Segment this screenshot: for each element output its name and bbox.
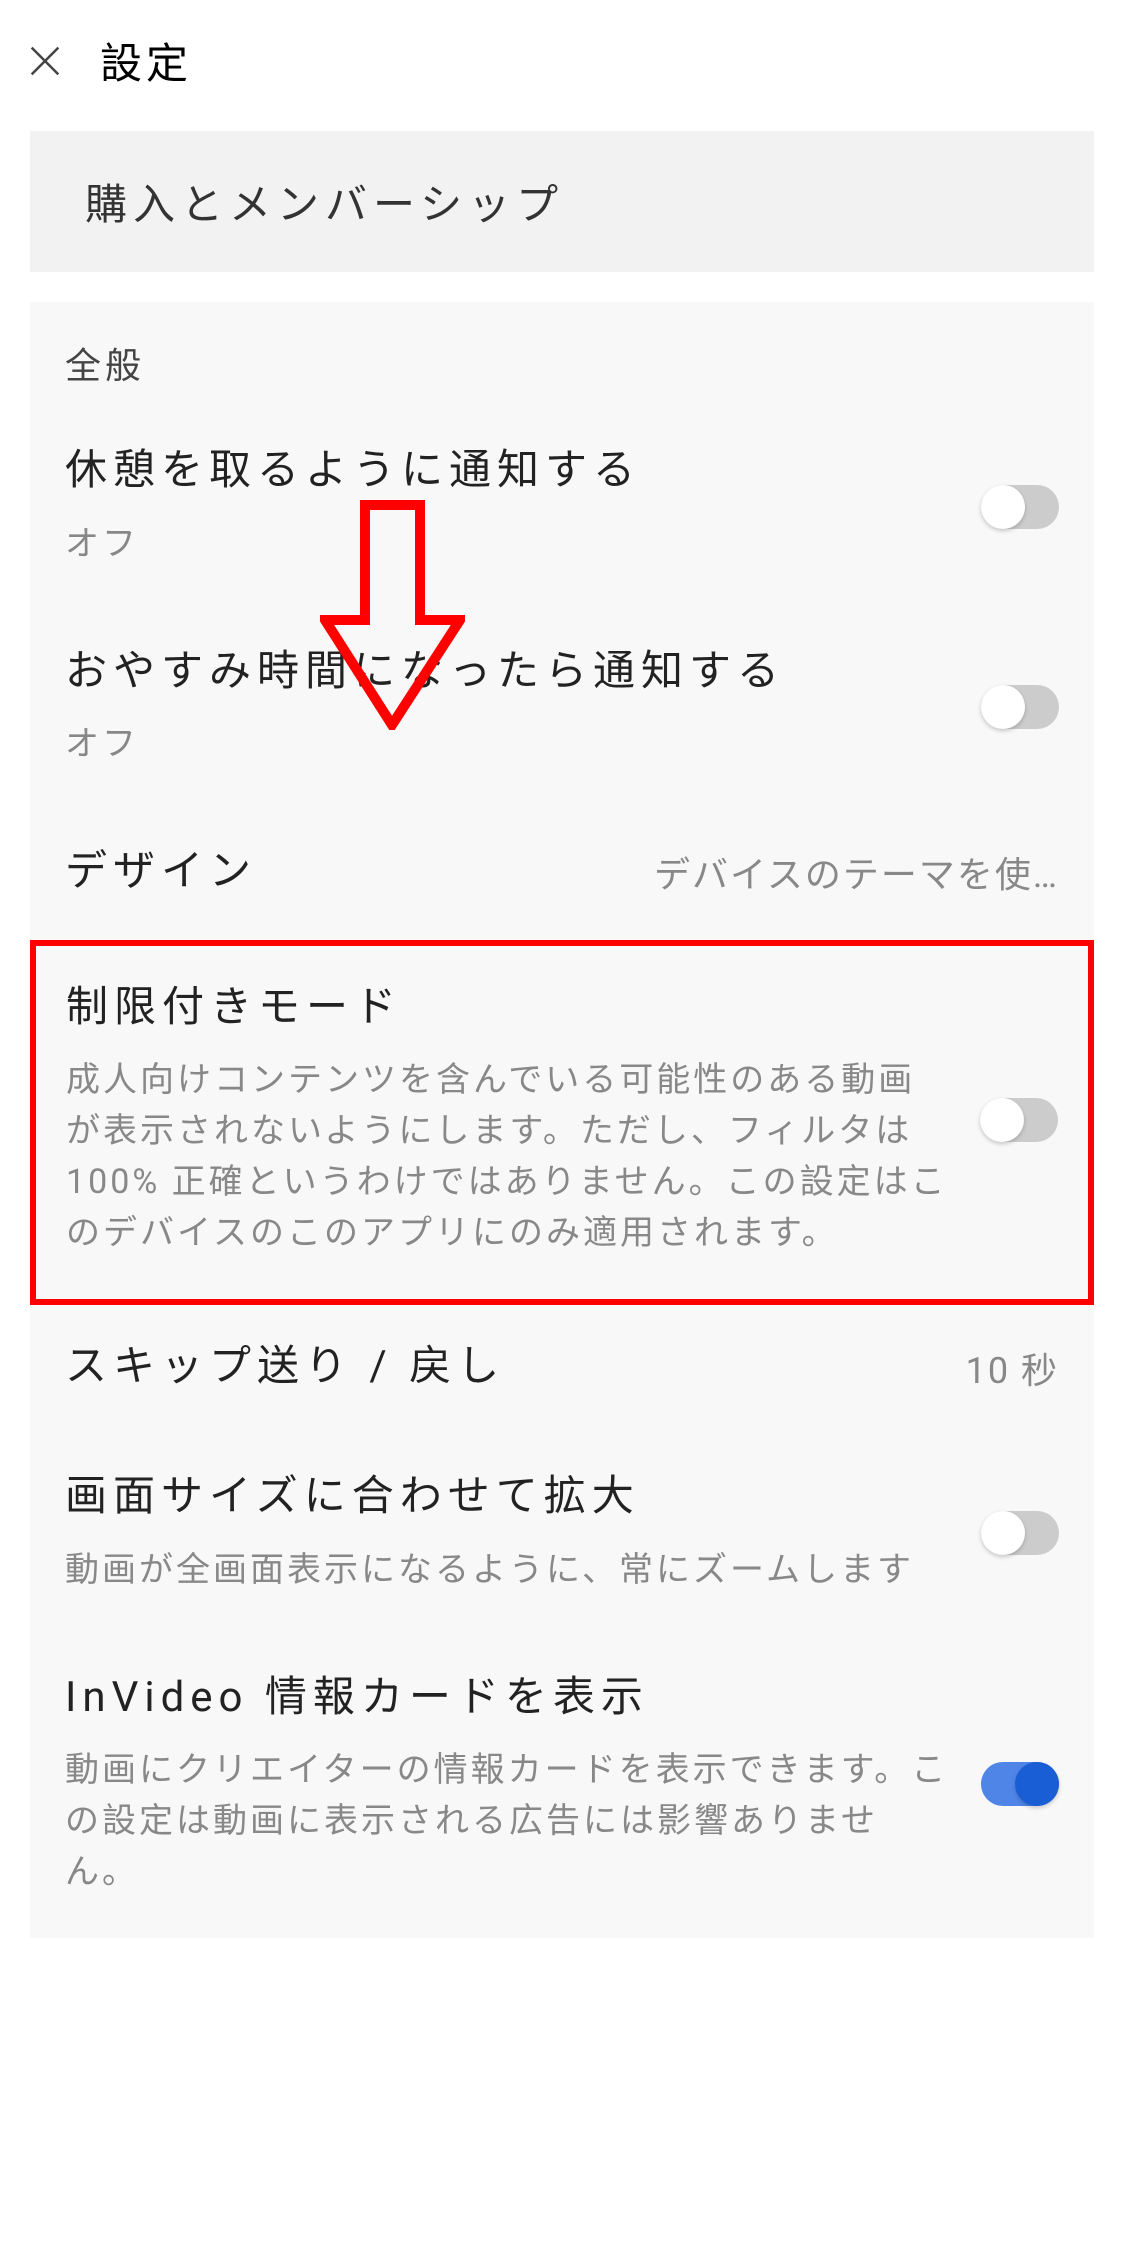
setting-title: おやすみ時間になったら通知する (65, 645, 951, 700)
setting-subtitle: オフ (65, 719, 951, 770)
setting-skip[interactable]: スキップ送り / 戻し 10 秒 (30, 1305, 1094, 1435)
setting-subtitle: 動画が全画面表示になるように、常にズームします (65, 1545, 951, 1596)
setting-design[interactable]: デザイン デバイスのテーマを使… (30, 810, 1094, 940)
setting-zoom[interactable]: 画面サイズに合わせて拡大 動画が全画面表示になるように、常にズームします (30, 1435, 1094, 1636)
setting-value: 10 秒 (966, 1342, 1059, 1394)
general-section-continued: スキップ送り / 戻し 10 秒 画面サイズに合わせて拡大 動画が全画面表示にな… (30, 1305, 1094, 1938)
bedtime-reminder-toggle[interactable] (981, 685, 1059, 729)
page-title: 設定 (100, 30, 192, 91)
setting-value: デバイスのテーマを使… (654, 846, 1059, 898)
break-reminder-toggle[interactable] (981, 485, 1059, 529)
setting-title: 休憩を取るように通知する (65, 444, 951, 499)
close-icon[interactable] (25, 41, 65, 81)
zoom-toggle[interactable] (981, 1511, 1059, 1555)
restricted-mode-highlight: 制限付きモード 成人向けコンテンツを含んでいる可能性のある動画が表示されないよう… (30, 940, 1094, 1306)
general-section: 全般 休憩を取るように通知する オフ おやすみ時間になったら通知する オフ デザ… (30, 302, 1094, 940)
invideo-cards-toggle[interactable] (981, 1762, 1059, 1806)
setting-invideo-cards[interactable]: InVideo 情報カードを表示 動画にクリエイターの情報カードを表示できます。… (30, 1636, 1094, 1939)
setting-subtitle: オフ (65, 519, 951, 570)
header: 設定 (0, 0, 1124, 131)
section-header-general: 全般 (30, 302, 1094, 409)
setting-title: スキップ送り / 戻し (65, 1340, 505, 1395)
setting-subtitle: 成人向けコンテンツを含んでいる可能性のある動画が表示されないようにします。ただし… (66, 1055, 950, 1259)
restricted-mode-toggle[interactable] (980, 1098, 1058, 1142)
setting-title: InVideo 情報カードを表示 (65, 1671, 951, 1726)
setting-title: デザイン (65, 845, 257, 900)
setting-bedtime-reminder[interactable]: おやすみ時間になったら通知する オフ (30, 610, 1094, 811)
setting-break-reminder[interactable]: 休憩を取るように通知する オフ (30, 409, 1094, 610)
setting-title: 制限付きモード (66, 981, 950, 1036)
setting-restricted-mode[interactable]: 制限付きモード 成人向けコンテンツを含んでいる可能性のある動画が表示されないよう… (36, 946, 1088, 1300)
purchases-membership-button[interactable]: 購入とメンバーシップ (30, 131, 1094, 272)
setting-title: 画面サイズに合わせて拡大 (65, 1470, 951, 1525)
setting-subtitle: 動画にクリエイターの情報カードを表示できます。この設定は動画に表示される広告には… (65, 1745, 951, 1898)
